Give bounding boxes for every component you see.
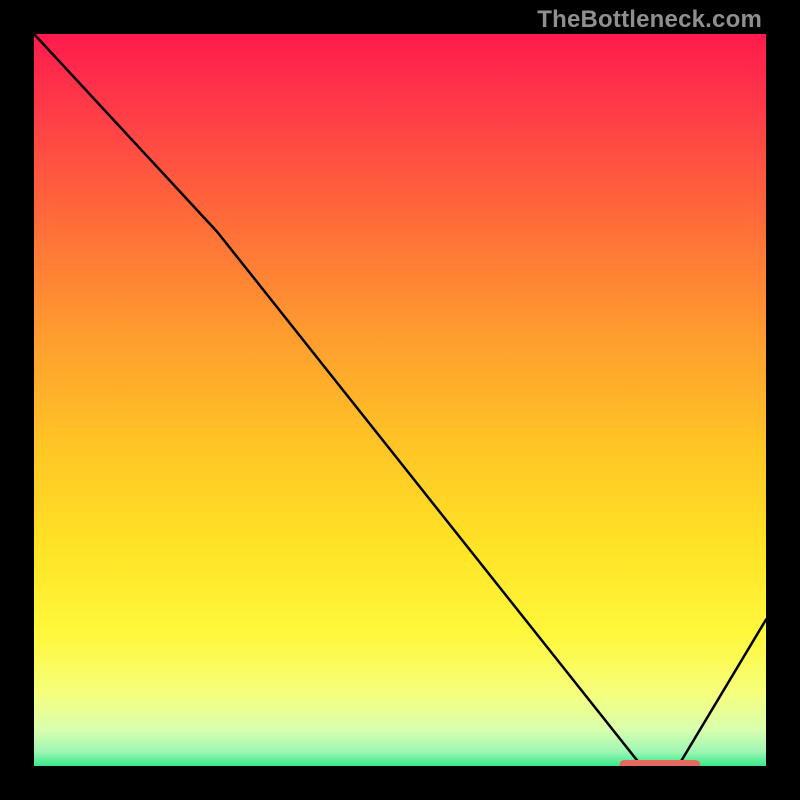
chart-svg bbox=[34, 34, 766, 766]
minimum-marker bbox=[620, 760, 701, 766]
chart-background-gradient bbox=[34, 34, 766, 766]
chart-plot-area bbox=[34, 34, 766, 766]
watermark-credit: TheBottleneck.com bbox=[537, 6, 762, 34]
